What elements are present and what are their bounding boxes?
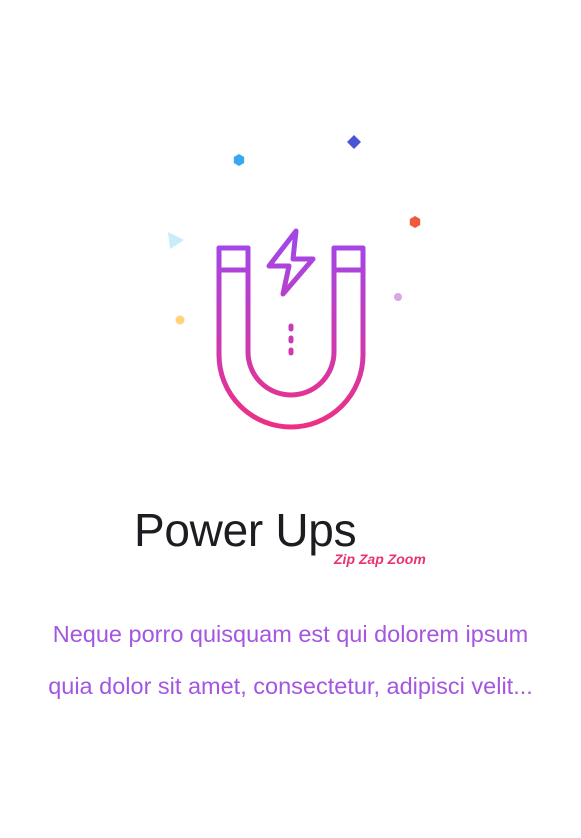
hexagon-icon xyxy=(409,216,421,228)
illustration-canvas xyxy=(168,135,421,430)
hexagon-icon xyxy=(233,154,245,166)
dot-icon xyxy=(394,293,402,301)
description-text: Neque porro quisquam est qui dolorem ips… xyxy=(48,621,533,699)
onboarding-screen: Power Ups Zip Zap Zoom Neque porro quisq… xyxy=(0,0,581,838)
dot-icon xyxy=(175,315,185,325)
tagline: Zip Zap Zoom xyxy=(334,551,426,567)
triangle-icon xyxy=(168,232,184,249)
diamond-icon xyxy=(347,135,361,149)
page-title: Power Ups xyxy=(134,504,357,556)
title-block: Power Ups Zip Zap Zoom xyxy=(134,500,454,580)
magnet-lightning-icon xyxy=(216,228,366,430)
power-ups-illustration xyxy=(0,0,581,460)
